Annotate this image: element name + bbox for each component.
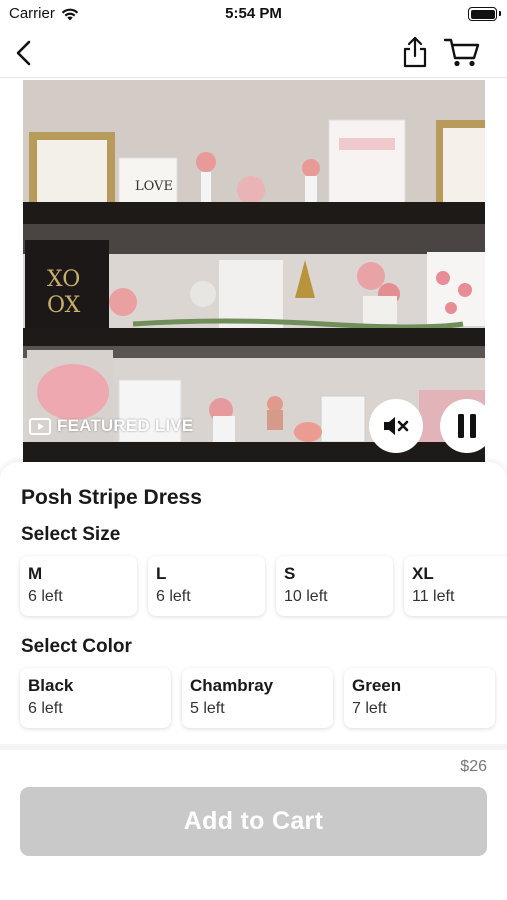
svg-text:OX: OX [47,293,81,318]
price-label: $26 [460,758,487,775]
select-size-label: Select Size [21,524,121,545]
section-divider [0,744,507,750]
size-stock: 10 left [284,588,328,605]
color-option-green[interactable]: Green 7 left [344,668,495,728]
pause-button[interactable] [440,399,485,453]
color-name: Black [28,676,74,695]
product-sheet: Posh Stripe Dress Select Size M 6 left L… [0,462,507,900]
size-stock: 6 left [156,588,191,605]
status-time: 5:54 PM [225,5,282,22]
cart-button[interactable] [443,36,481,68]
speaker-muted-icon [384,417,409,435]
color-options: Black 6 left Chambray 5 left Green 7 lef… [20,668,506,728]
live-video-player[interactable]: LOVE XO OX FEATURED LIVE [23,80,485,465]
color-name: Chambray [190,676,274,695]
product-title: Posh Stripe Dress [21,486,202,509]
size-stock: 6 left [28,588,63,605]
size-option-s[interactable]: S 10 left [276,556,393,616]
color-stock: 5 left [190,700,225,717]
size-option-xl[interactable]: XL 11 left [404,556,507,616]
add-to-cart-button[interactable]: Add to Cart [20,787,487,856]
color-option-chambray[interactable]: Chambray 5 left [182,668,333,728]
size-option-l[interactable]: L 6 left [148,556,265,616]
size-stock: 11 left [412,588,455,605]
battery-cap [499,11,501,16]
status-bar: Carrier 5:54 PM [0,0,507,28]
svg-text:LOVE: LOVE [135,179,173,194]
battery-icon [468,7,497,21]
featured-live-label: FEATURED LIVE [57,416,194,435]
nav-bar [0,28,507,78]
size-option-m[interactable]: M 6 left [20,556,137,616]
color-option-black[interactable]: Black 6 left [20,668,171,728]
color-stock: 6 left [28,700,63,717]
live-video-icon [29,418,51,435]
back-button[interactable] [10,38,40,68]
size-name: S [284,564,296,583]
color-name: Green [352,676,402,695]
cart-icon [443,38,480,67]
size-name: L [156,564,167,583]
mute-button[interactable] [369,399,423,453]
select-color-label: Select Color [21,636,132,657]
pause-icon [458,414,476,438]
share-button[interactable] [399,35,431,69]
size-name: M [28,564,43,583]
featured-live-badge: FEATURED LIVE [29,416,193,436]
color-stock: 7 left [352,700,387,717]
share-icon [403,36,427,68]
size-name: XL [412,564,434,583]
svg-text:XO: XO [47,267,80,292]
chevron-left-icon [16,40,31,66]
size-options: M 6 left L 6 left S 10 left XL 11 left [20,556,507,616]
